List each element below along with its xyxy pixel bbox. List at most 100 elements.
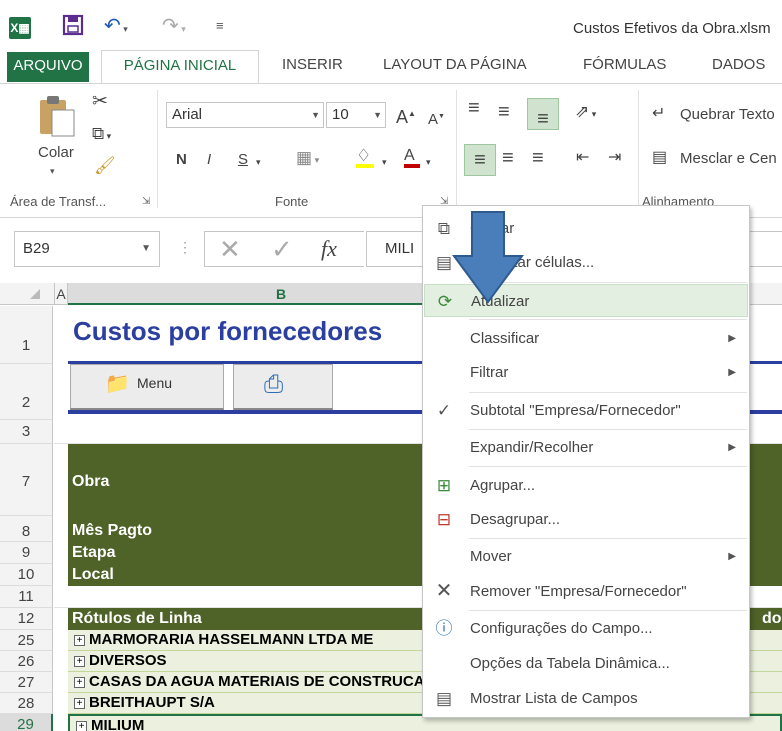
font-color-dropdown-icon[interactable]: ▾: [426, 152, 431, 172]
enter-icon[interactable]: ✓: [271, 234, 293, 265]
italic-button[interactable]: I: [207, 150, 211, 170]
shrink-font-icon[interactable]: A▼: [428, 107, 445, 130]
tab-inserir[interactable]: INSERIR: [282, 50, 343, 84]
format-painter-icon[interactable]: 🖌: [94, 156, 116, 176]
row-header-10[interactable]: 10: [0, 564, 53, 586]
filter-label-local: Local: [72, 566, 114, 583]
select-all-icon[interactable]: [30, 289, 40, 299]
menu-item-mover[interactable]: Mover ▶: [424, 540, 748, 573]
shrink-font-label: A: [428, 111, 439, 128]
paste-icon: [40, 96, 75, 137]
print-button[interactable]: ⎙: [233, 364, 333, 410]
filter-label-mes: Mês Pagto: [72, 522, 153, 539]
column-header-a[interactable]: A: [54, 283, 68, 305]
expand-icon[interactable]: +: [76, 721, 87, 731]
align-top-icon[interactable]: ≡: [468, 98, 480, 118]
name-box[interactable]: B29 ▼: [14, 231, 160, 267]
row-labels-header[interactable]: Rótulos de Linha: [72, 608, 202, 630]
orientation-icon[interactable]: ⇗ ▾: [575, 102, 596, 124]
row-header-9[interactable]: 9: [0, 542, 53, 564]
row-header-29[interactable]: 29: [0, 714, 53, 731]
merge-center-icon[interactable]: ▤: [652, 148, 667, 168]
paste-button[interactable]: [38, 94, 78, 143]
fill-dropdown-icon[interactable]: ▾: [382, 152, 387, 172]
align-center-icon[interactable]: ≡: [502, 148, 514, 168]
paste-dropdown-icon[interactable]: ▾: [50, 166, 55, 177]
underline-dropdown-icon[interactable]: ▾: [256, 152, 261, 172]
save-icon[interactable]: [62, 14, 84, 42]
row-header-25[interactable]: 25: [0, 630, 53, 651]
menu-item-classificar[interactable]: Classificar ▶: [424, 322, 748, 355]
menu-item-mostrar-lista-de-campos[interactable]: ▤ Mostrar Lista de Campos: [424, 682, 748, 715]
tab-arquivo[interactable]: ARQUIVO: [7, 52, 89, 82]
row-header-12[interactable]: 12: [0, 608, 53, 630]
font-size-select[interactable]: 10 ▼: [326, 102, 386, 128]
row-header-1[interactable]: 1: [0, 306, 53, 364]
expand-icon[interactable]: +: [74, 656, 85, 667]
align-bottom-icon[interactable]: ≡: [527, 98, 559, 130]
clipboard-group-label: Área de Transf...: [10, 194, 107, 209]
tab-formulas[interactable]: FÓRMULAS: [583, 50, 666, 84]
excel-logo-icon[interactable]: X▦: [9, 17, 31, 39]
align-left-icon[interactable]: ≡: [464, 144, 496, 176]
row-header-26[interactable]: 26: [0, 651, 53, 672]
wrap-text-icon[interactable]: ↵: [652, 104, 665, 124]
copy-icon[interactable]: ⧉ ▾: [92, 124, 111, 146]
decrease-indent-icon[interactable]: ⇤: [576, 148, 589, 168]
redo-icon[interactable]: ↷ ▾: [162, 14, 186, 41]
menu-item-agrupar[interactable]: ⊞ Agrupar...: [424, 469, 748, 502]
cancel-icon[interactable]: ✕: [219, 234, 241, 265]
menu-item-subtotal[interactable]: ✓ Subtotal "Empresa/Fornecedor": [424, 394, 748, 427]
menu-separator: [469, 392, 747, 393]
row-header-28[interactable]: 28: [0, 693, 53, 714]
menu-item-configuracoes-do-campo[interactable]: ⓘ Configurações do Campo...: [424, 612, 748, 645]
remove-icon: ✕: [435, 580, 453, 602]
align-middle-icon[interactable]: ≡: [498, 102, 510, 122]
customize-quick-access-icon[interactable]: ≡: [216, 14, 224, 38]
paste-label[interactable]: Colar: [38, 144, 74, 161]
menu-item-desagrupar[interactable]: ⊟ Desagrupar...: [424, 503, 748, 536]
row-header-27[interactable]: 27: [0, 672, 53, 693]
group-icon: ⊞: [436, 476, 452, 495]
menu-item-opcoes-tabela-dinamica[interactable]: Opções da Tabela Dinâmica...: [424, 647, 748, 680]
menu-item-filtrar[interactable]: Filtrar ▶: [424, 356, 748, 389]
fill-color-icon[interactable]: ♢: [356, 146, 374, 168]
tab-pagina-inicial[interactable]: PÁGINA INICIAL: [101, 50, 259, 85]
menu-button[interactable]: 📁 Menu: [70, 364, 224, 410]
expand-icon[interactable]: +: [74, 635, 85, 646]
submenu-arrow-icon: ▶: [728, 333, 736, 344]
row-header-2[interactable]: 2: [0, 364, 53, 420]
merge-center-button[interactable]: Mesclar e Cen: [680, 150, 777, 167]
row-header-11[interactable]: 11: [0, 586, 53, 608]
menu-item-remover[interactable]: ✕ Remover "Empresa/Fornecedor": [424, 575, 748, 608]
expand-icon[interactable]: +: [74, 677, 85, 688]
menu-item-label: Desagrupar...: [470, 511, 561, 528]
underline-button[interactable]: S: [238, 150, 248, 170]
borders-icon[interactable]: ▦ ▾: [296, 148, 319, 170]
increase-indent-icon[interactable]: ⇥: [608, 148, 621, 168]
menu-item-label: Mostrar Lista de Campos: [470, 690, 638, 707]
wrap-text-button[interactable]: Quebrar Texto: [680, 106, 775, 123]
field-list-icon: ▤: [435, 689, 453, 708]
menu-item-label: Configurações do Campo...: [470, 620, 653, 637]
bold-button[interactable]: N: [176, 150, 187, 170]
insert-function-icon[interactable]: fx: [321, 236, 337, 262]
align-right-icon[interactable]: ≡: [532, 148, 544, 168]
tab-layout-da-pagina[interactable]: LAYOUT DA PÁGINA: [383, 50, 527, 84]
menu-item-expandir-recolher[interactable]: Expandir/Recolher ▶: [424, 431, 748, 464]
row-header-3[interactable]: 3: [0, 420, 53, 444]
row-header-7[interactable]: 7: [0, 444, 53, 516]
tab-dados[interactable]: DADOS: [712, 50, 765, 84]
grow-font-icon[interactable]: A▲: [396, 104, 416, 127]
font-color-icon[interactable]: A: [404, 146, 420, 168]
expand-icon[interactable]: +: [74, 698, 85, 709]
down-arrow-annotation-icon: [452, 211, 524, 304]
menu-separator: [469, 319, 747, 320]
printer-icon: ⎙: [264, 371, 284, 398]
row-header-8[interactable]: 8: [0, 516, 53, 542]
clipboard-launcher-icon[interactable]: ⇲: [142, 196, 150, 207]
cut-icon[interactable]: ✂: [92, 92, 108, 112]
separator: [638, 90, 639, 208]
font-name-select[interactable]: Arial ▼: [166, 102, 324, 128]
undo-icon[interactable]: ↶ ▾: [104, 14, 128, 41]
